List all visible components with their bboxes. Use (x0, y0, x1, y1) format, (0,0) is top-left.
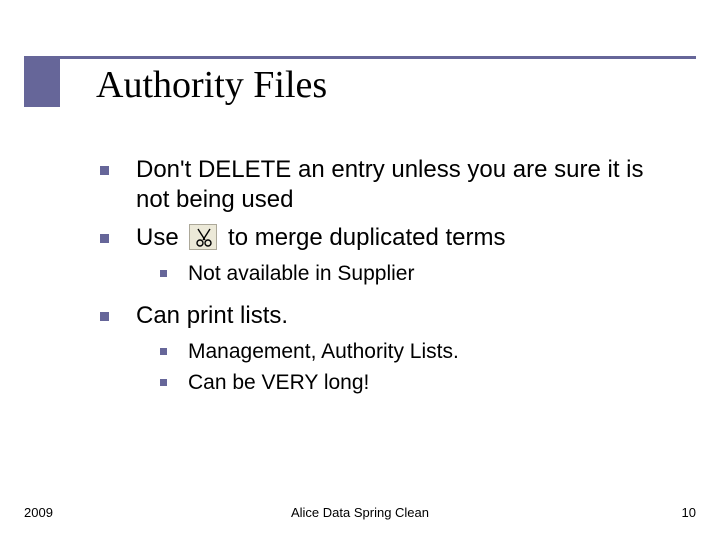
title-bar: Authority Files (24, 56, 696, 116)
bullet-level2: Management, Authority Lists. (160, 339, 680, 365)
bullet-text-prefix: Use (136, 224, 179, 251)
square-bullet-icon (100, 166, 109, 175)
square-bullet-icon (160, 270, 167, 277)
sub-bullet-group: Not available in Supplier (160, 261, 680, 287)
sub-bullet-group: Management, Authority Lists. Can be VERY… (160, 339, 680, 396)
bullet-level1: Can print lists. (100, 301, 680, 331)
bullet-text: Not available in Supplier (188, 262, 414, 285)
slide-body: Don't DELETE an entry unless you are sur… (100, 155, 680, 410)
bullet-text-suffix: to merge duplicated terms (228, 224, 505, 251)
slide-title: Authority Files (96, 63, 327, 107)
scissors-icon (189, 224, 217, 250)
bullet-text: Don't DELETE an entry unless you are sur… (136, 156, 643, 213)
slide-number: 10 (682, 505, 696, 520)
bullet-text: Can be VERY long! (188, 371, 369, 394)
bullet-level2: Not available in Supplier (160, 261, 680, 287)
square-bullet-icon (100, 234, 109, 243)
bullet-text: Can print lists. (136, 302, 288, 329)
square-bullet-icon (100, 312, 109, 321)
bullet-text: Management, Authority Lists. (188, 340, 459, 363)
bullet-level1: Use to merge duplicated terms (100, 223, 680, 253)
bullet-level1: Don't DELETE an entry unless you are sur… (100, 155, 680, 215)
bullet-level2: Can be VERY long! (160, 370, 680, 396)
square-bullet-icon (160, 379, 167, 386)
footer-title: Alice Data Spring Clean (0, 505, 720, 520)
square-bullet-icon (160, 348, 167, 355)
